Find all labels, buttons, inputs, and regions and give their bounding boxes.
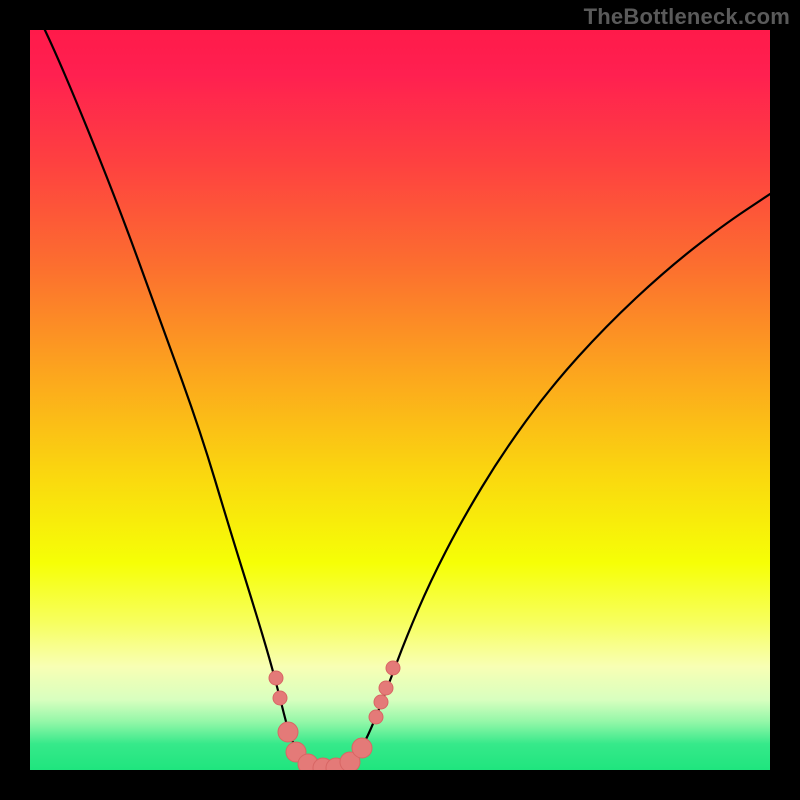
chart-frame: TheBottleneck.com (0, 0, 800, 800)
curve-marker (369, 710, 383, 724)
curve-marker (352, 738, 372, 758)
plot-background (30, 30, 770, 770)
curve-marker (273, 691, 287, 705)
curve-marker (374, 695, 388, 709)
watermark-text: TheBottleneck.com (584, 4, 790, 30)
curve-marker (269, 671, 283, 685)
curve-marker (386, 661, 400, 675)
curve-marker (278, 722, 298, 742)
bottleneck-plot (30, 30, 770, 770)
curve-marker (379, 681, 393, 695)
